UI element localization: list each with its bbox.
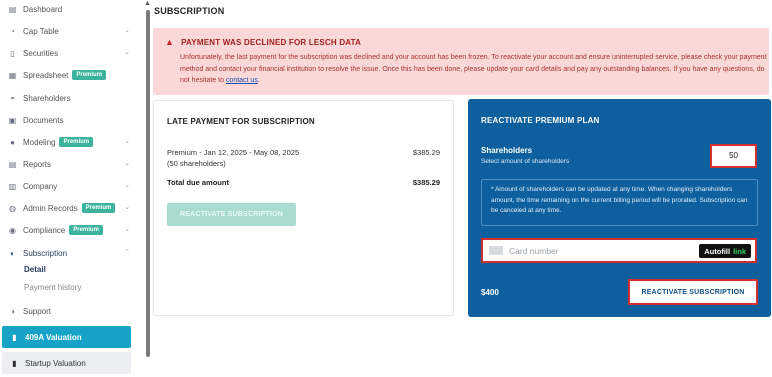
shareholders-input[interactable]: 50 xyxy=(710,144,757,168)
sidebar-item-label: Spreadsheet xyxy=(23,70,69,80)
alert-title-row: ▲ PAYMENT WAS DECLINED FOR LESCH DATA xyxy=(165,37,755,47)
admin-icon: ◍ xyxy=(9,203,16,213)
premium-badge: Premium xyxy=(72,70,107,80)
sidebar: ▤ Dashboard ◔ Cap Table ⌄ ▯ Securities ⌄… xyxy=(0,0,140,377)
sidebar-item-modeling[interactable]: ● Modeling Premium ⌄ xyxy=(0,133,140,151)
sidebar-item-label: Support xyxy=(23,306,52,316)
alert-title: PAYMENT WAS DECLINED FOR LESCH DATA xyxy=(181,37,362,47)
sidebar-item-company[interactable]: ▥ Company ⌄ xyxy=(0,177,140,195)
document-icon: ▮ xyxy=(12,332,17,342)
shareholders-sublabel: Select amount of shareholders xyxy=(481,158,570,165)
sidebar-item-reports[interactable]: ▤ Reports ⌄ xyxy=(0,155,140,173)
building-icon: ▥ xyxy=(8,181,17,191)
chevron-up-icon[interactable]: ⌃ xyxy=(124,248,130,256)
autofill-link-button[interactable]: Autofill link xyxy=(699,244,751,258)
compliance-icon: ◉ xyxy=(9,225,16,235)
sidebar-item-securities[interactable]: ▯ Securities ⌄ xyxy=(0,44,140,62)
person-icon: ◓ xyxy=(10,93,15,103)
report-icon: ▤ xyxy=(8,159,17,169)
card-number-input[interactable]: Card number Autofill link xyxy=(481,238,757,263)
button-label: Startup Valuation xyxy=(25,358,86,368)
document-icon: ▮ xyxy=(12,358,17,368)
button-label: 409A Valuation xyxy=(25,332,82,342)
plan-period: Premium - Jan 12, 2025 - May 08, 2025 xyxy=(167,148,300,157)
document-icon: ▯ xyxy=(10,48,15,58)
support-icon: ◑ xyxy=(10,306,15,316)
late-payment-title: LATE PAYMENT FOR SUBSCRIPTION xyxy=(167,117,315,126)
sidebar-item-admin-records[interactable]: ◍ Admin Records Premium ⌄ xyxy=(0,199,140,217)
dashboard-icon: ▤ xyxy=(8,4,17,14)
premium-badge: Premium xyxy=(81,203,116,213)
premium-badge: Premium xyxy=(69,225,103,235)
card-number-placeholder: Card number xyxy=(509,245,559,256)
reactivate-subscription-disabled-button[interactable]: REACTIVATE SUBSCRIPTION xyxy=(167,203,296,226)
late-payment-card: LATE PAYMENT FOR SUBSCRIPTION Premium - … xyxy=(153,100,454,316)
scroll-up-arrow-icon[interactable]: ▲ xyxy=(144,0,151,7)
premium-badge: Premium xyxy=(59,137,94,147)
chevron-down-icon[interactable]: ⌄ xyxy=(124,137,130,145)
folder-icon: ▣ xyxy=(8,115,17,125)
sidebar-item-label: Compliance xyxy=(23,225,66,235)
sidebar-item-label: Modeling xyxy=(23,137,56,147)
alert-text: Unfortunately, the last payment for the … xyxy=(180,54,767,84)
sidebar-item-label: Dashboard xyxy=(23,4,63,14)
plan-amount: $385.29 xyxy=(412,148,440,157)
reactivate-title: REACTIVATE PREMIUM PLAN xyxy=(481,116,600,125)
payment-declined-alert: ▲ PAYMENT WAS DECLINED FOR LESCH DATA Un… xyxy=(153,28,769,95)
sidebar-item-compliance[interactable]: ◉ Compliance Premium ⌄ xyxy=(0,221,140,239)
plan-shareholders: (50 shareholders) xyxy=(167,159,226,168)
sidebar-item-label: Company xyxy=(23,181,58,191)
chevron-down-icon[interactable]: ⌄ xyxy=(124,159,130,167)
sidebar-item-label: Documents xyxy=(23,115,64,125)
shareholders-note: * Amount of shareholders can be updated … xyxy=(481,179,758,226)
sidebar-item-cap-table[interactable]: ◔ Cap Table ⌄ xyxy=(0,22,140,40)
link-label: link xyxy=(733,246,746,256)
chevron-down-icon[interactable]: ⌄ xyxy=(124,225,130,233)
sidebar-item-documents[interactable]: ▣ Documents xyxy=(0,111,140,129)
contact-us-link[interactable]: contact us xyxy=(226,77,258,84)
chevron-down-icon[interactable]: ⌄ xyxy=(124,181,130,189)
sidebar-item-label: Admin Records xyxy=(23,203,78,213)
pie-chart-icon: ◔ xyxy=(10,26,15,36)
chevron-down-icon[interactable]: ⌄ xyxy=(124,26,130,34)
spreadsheet-icon: ▦ xyxy=(8,70,17,80)
chevron-down-icon[interactable]: ⌄ xyxy=(124,48,130,56)
sidebar-subitem-detail[interactable]: Detail xyxy=(24,265,46,274)
reactivate-premium-card: REACTIVATE PREMIUM PLAN Shareholders Sel… xyxy=(468,99,771,317)
total-due-amount: $385.29 xyxy=(412,178,440,187)
sidebar-item-label: Cap Table xyxy=(23,26,59,36)
valuation-409a-button[interactable]: ▮ 409A Valuation xyxy=(2,326,131,348)
bulb-icon: ● xyxy=(10,137,15,147)
plan-price: $400 xyxy=(481,288,499,297)
total-due-label: Total due amount xyxy=(167,178,229,187)
sidebar-item-label: Reports xyxy=(23,159,52,169)
reactivate-subscription-button[interactable]: REACTIVATE SUBSCRIPTION xyxy=(628,279,758,305)
shareholders-label: Shareholders xyxy=(481,146,533,155)
sidebar-item-dashboard[interactable]: ▤ Dashboard xyxy=(0,0,140,18)
sidebar-item-support[interactable]: ◑ Support xyxy=(0,302,140,320)
sidebar-item-subscription[interactable]: ◐ Subscription ⌃ xyxy=(0,244,140,262)
sidebar-item-label: Securities xyxy=(23,48,59,58)
sidebar-item-label: Shareholders xyxy=(23,93,71,103)
sidebar-item-label: Subscription xyxy=(23,248,68,258)
warning-icon: ▲ xyxy=(165,37,175,47)
sidebar-item-spreadsheet[interactable]: ▦ Spreadsheet Premium xyxy=(0,66,140,84)
sidebar-subitem-payment-history[interactable]: Payment history xyxy=(24,283,81,292)
credit-card-icon xyxy=(489,246,503,255)
alert-tail: . xyxy=(257,77,260,84)
sidebar-item-shareholders[interactable]: ◓ Shareholders xyxy=(0,89,140,107)
autofill-label: Autofill xyxy=(704,246,731,256)
chevron-down-icon[interactable]: ⌄ xyxy=(124,203,130,211)
alert-body: Unfortunately, the last payment for the … xyxy=(180,52,770,87)
subscription-icon: ◐ xyxy=(10,248,15,258)
startup-valuation-button[interactable]: ▮ Startup Valuation xyxy=(2,352,131,374)
page-title: SUBSCRIPTION xyxy=(154,6,225,16)
sidebar-scrollbar[interactable] xyxy=(146,10,150,357)
